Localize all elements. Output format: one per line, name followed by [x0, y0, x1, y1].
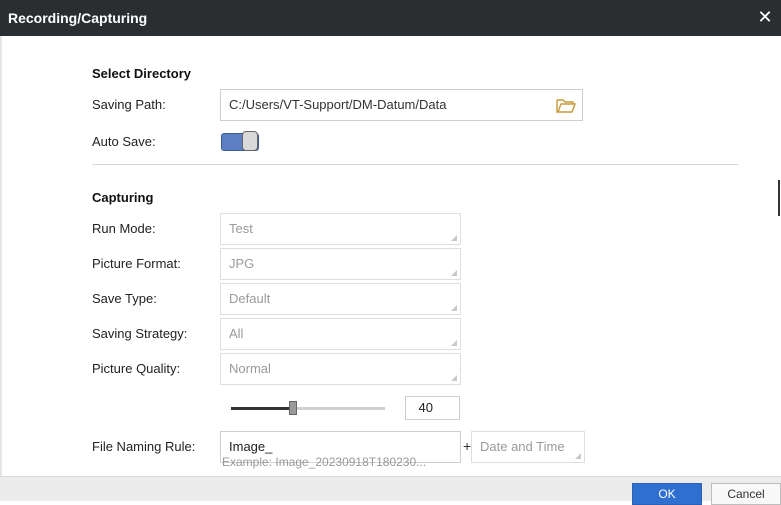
- section-divider: [92, 164, 738, 165]
- auto-save-label: Auto Save:: [92, 134, 156, 149]
- picture-quality-label: Picture Quality:: [92, 361, 181, 376]
- saving-path-label: Saving Path:: [92, 97, 166, 112]
- saving-strategy-value: All: [229, 326, 244, 341]
- run-mode-value: Test: [229, 221, 253, 236]
- title-bar: Recording/Capturing ✕: [0, 0, 781, 36]
- ok-button[interactable]: OK: [632, 483, 702, 505]
- slider-thumb[interactable]: [289, 401, 297, 415]
- file-naming-suffix-select[interactable]: Date and Time: [471, 431, 585, 463]
- save-type-value: Default: [229, 291, 271, 306]
- file-naming-prefix-value: Image_: [229, 439, 273, 454]
- run-mode-select[interactable]: Test: [220, 213, 461, 245]
- save-type-label: Save Type:: [92, 291, 157, 306]
- toggle-knob: [242, 131, 258, 151]
- picture-quality-value: Normal: [229, 361, 271, 376]
- cancel-button[interactable]: Cancel: [711, 483, 781, 505]
- plus-sign: +: [463, 438, 472, 454]
- example-text: Example: Image_20230918T180230...: [222, 455, 427, 469]
- window-title: Recording/Capturing: [8, 10, 148, 26]
- run-mode-label: Run Mode:: [92, 221, 156, 236]
- file-naming-label: File Naming Rule:: [92, 439, 196, 454]
- picture-format-value: JPG: [229, 256, 255, 271]
- auto-save-toggle[interactable]: [221, 131, 259, 151]
- picture-format-select[interactable]: JPG: [220, 248, 461, 280]
- save-type-select[interactable]: Default: [220, 283, 461, 315]
- picture-format-label: Picture Format:: [92, 256, 181, 271]
- dialog-left-edge: [0, 36, 2, 476]
- quality-number-field[interactable]: 40: [405, 396, 460, 420]
- select-directory-heading: Select Directory: [92, 66, 191, 81]
- slider-fill: [231, 407, 293, 410]
- quality-slider[interactable]: [231, 400, 385, 416]
- folder-open-icon[interactable]: [556, 98, 576, 114]
- saving-path-value: C:/Users/VT-Support/DM-Datum/Data: [229, 97, 447, 112]
- saving-path-field[interactable]: C:/Users/VT-Support/DM-Datum/Data: [220, 89, 583, 121]
- file-naming-suffix-value: Date and Time: [480, 439, 565, 454]
- saving-strategy-select[interactable]: All: [220, 318, 461, 350]
- close-icon[interactable]: ✕: [755, 7, 775, 27]
- capturing-heading: Capturing: [92, 190, 154, 205]
- scrollbar-thumb[interactable]: [778, 180, 780, 216]
- saving-strategy-label: Saving Strategy:: [92, 326, 188, 341]
- picture-quality-select[interactable]: Normal: [220, 353, 461, 385]
